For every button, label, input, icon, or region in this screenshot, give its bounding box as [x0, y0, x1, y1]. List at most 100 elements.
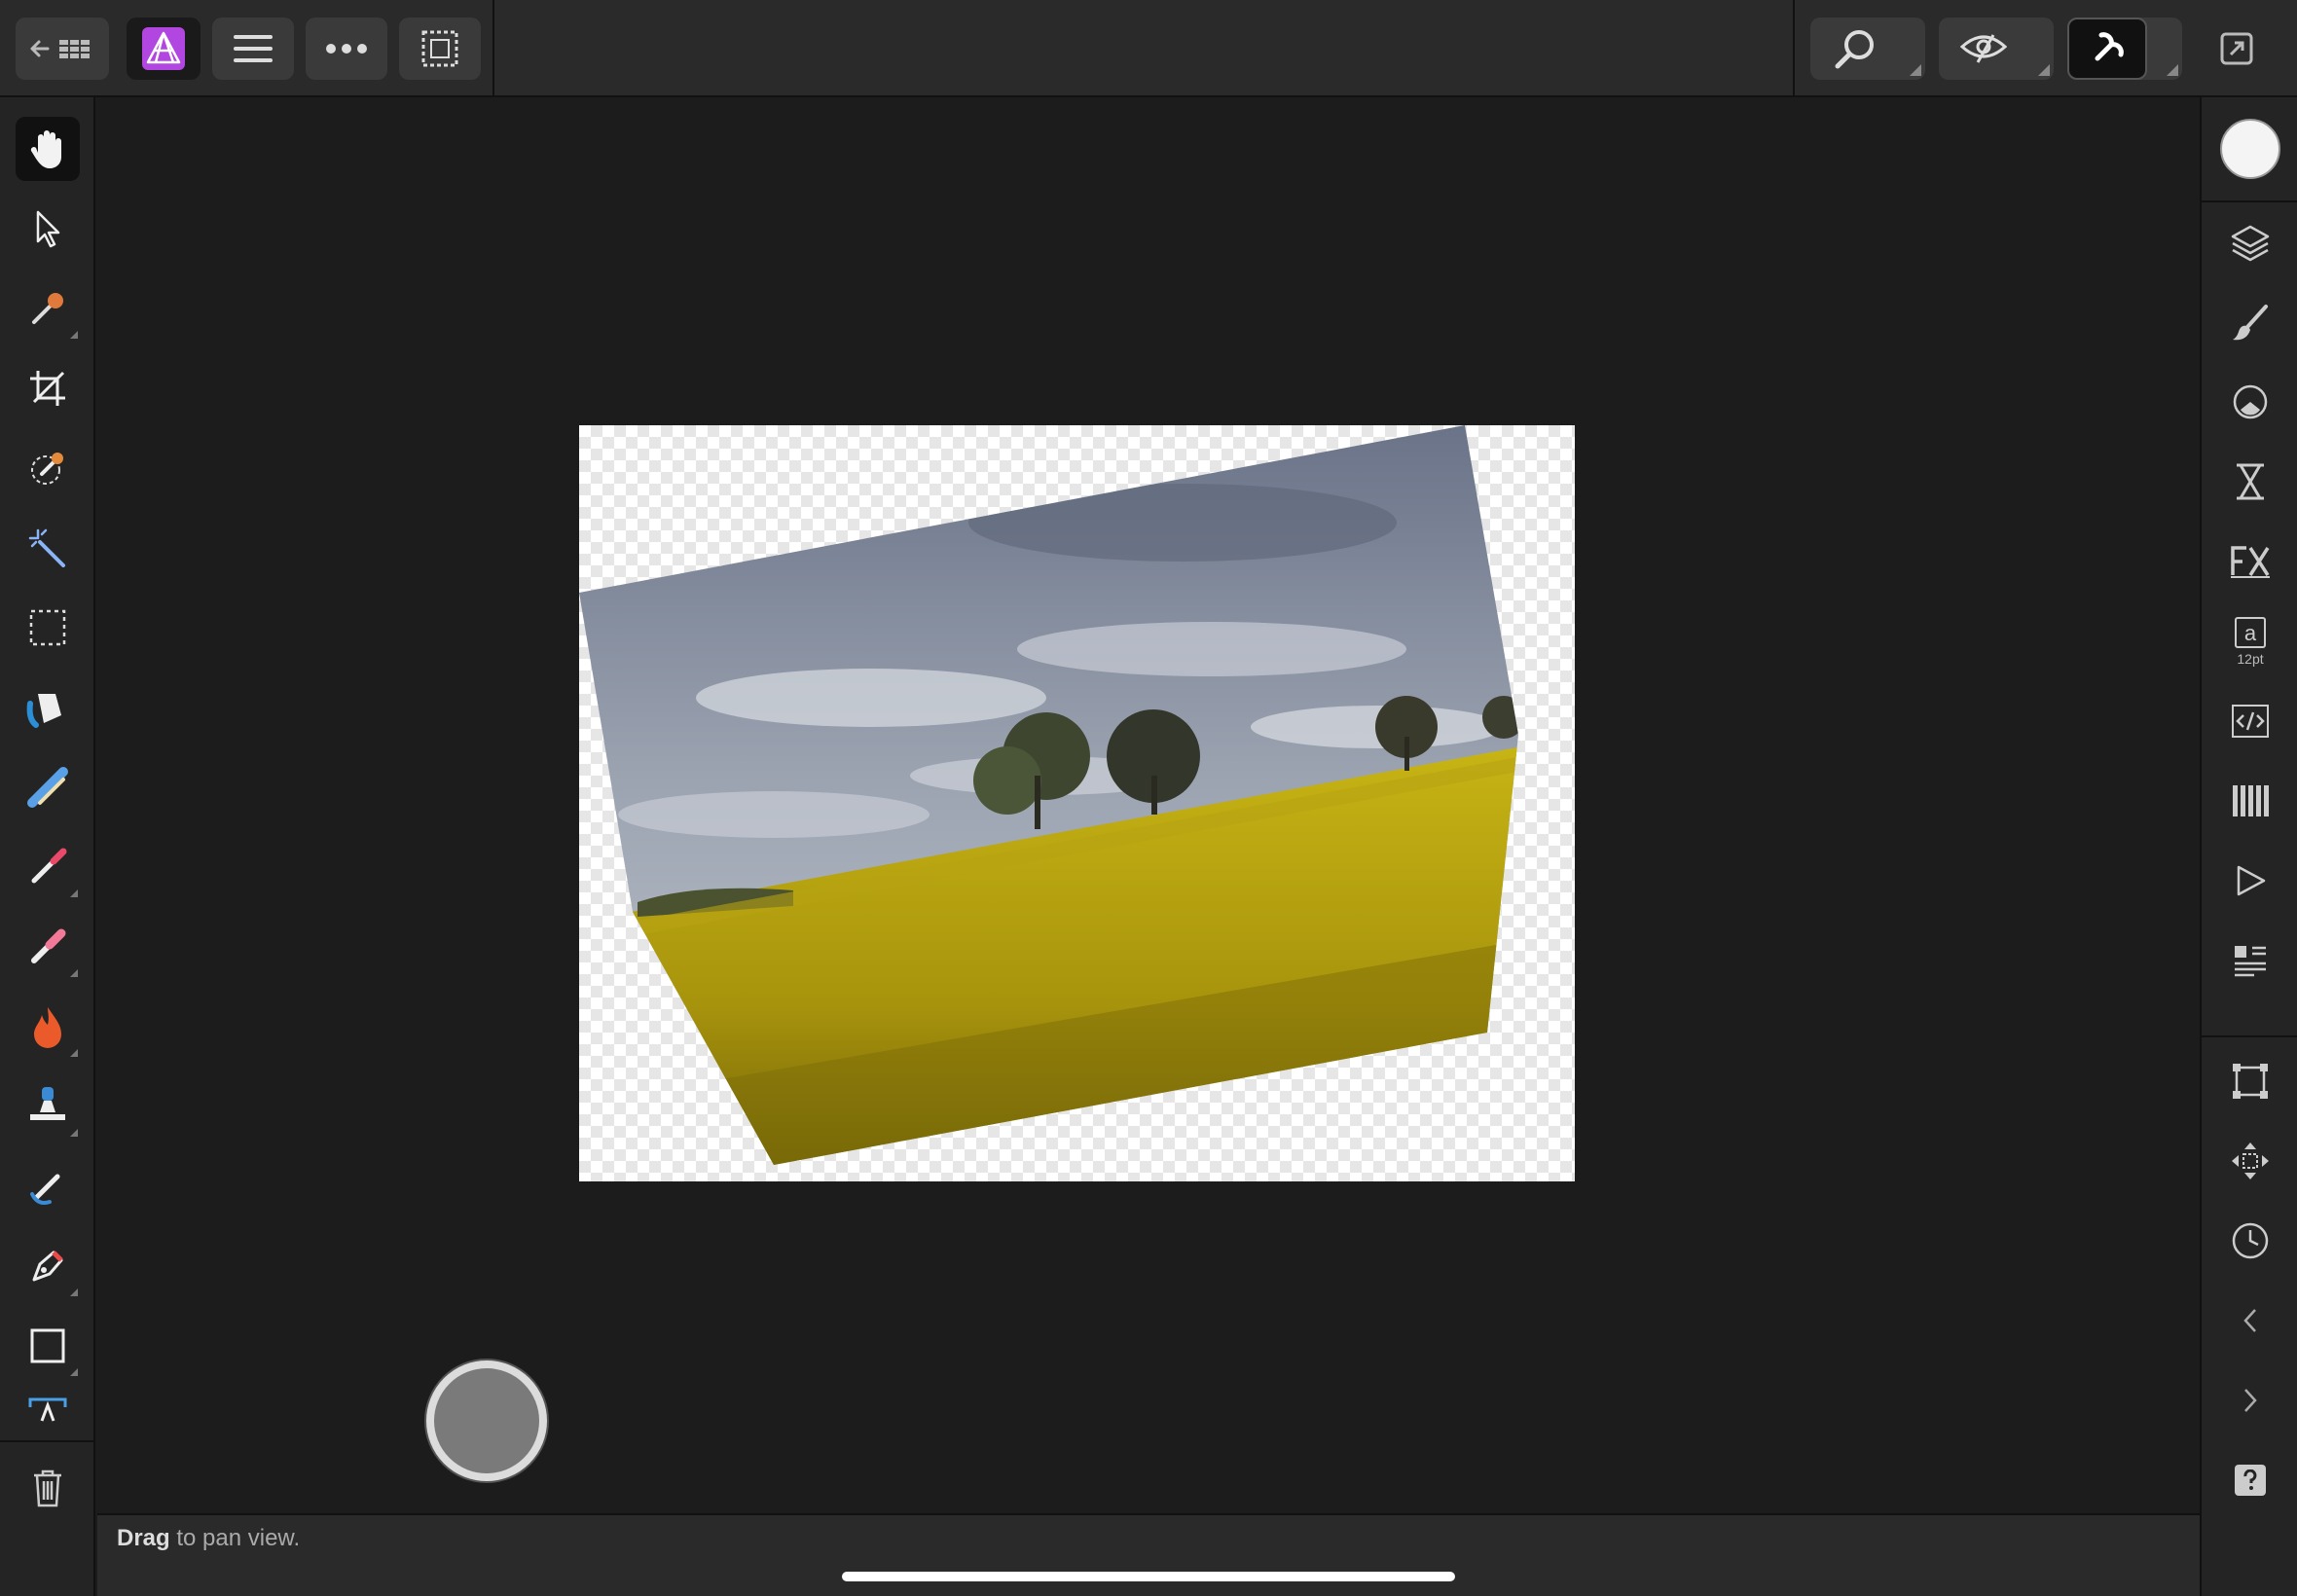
move-view-icon	[2232, 1143, 2269, 1179]
persona-button[interactable]	[127, 18, 201, 80]
transform-panel-button[interactable]	[2218, 1049, 2282, 1113]
smudge-tool[interactable]	[16, 1154, 80, 1218]
next-icon	[2244, 1389, 2257, 1412]
top-toolbar	[0, 0, 2297, 97]
move-view-button[interactable]	[2218, 1129, 2282, 1193]
fullscreen-button[interactable]	[2196, 18, 2278, 80]
delete-button[interactable]	[0, 1440, 95, 1534]
document-menu-button[interactable]	[212, 18, 294, 80]
text-styles-panel-button[interactable]: a 12pt	[2218, 609, 2282, 673]
snapping-icon	[2095, 32, 2124, 61]
fill-tool[interactable]	[16, 675, 80, 740]
text-size-label: 12pt	[2237, 651, 2264, 667]
clone-tool[interactable]	[16, 1074, 80, 1139]
previous-panel-button[interactable]	[2218, 1288, 2282, 1353]
help-icon	[2235, 1465, 2266, 1496]
snapping-options-corner[interactable]	[2167, 64, 2178, 76]
menu-icon	[234, 35, 273, 62]
rectangle-icon	[30, 1328, 65, 1363]
rectangle-tool[interactable]	[16, 1314, 80, 1378]
flood-select-tool[interactable]	[16, 516, 80, 580]
snapping-button[interactable]	[2067, 18, 2182, 80]
svg-text:a: a	[2244, 621, 2257, 645]
status-hint: Drag to pan view.	[117, 1525, 300, 1552]
channels-panel-button[interactable]	[2218, 769, 2282, 833]
view-icon	[1960, 34, 2007, 63]
affinity-photo-logo	[142, 27, 185, 70]
fx-icon	[2231, 546, 2270, 578]
channels-icon	[2233, 785, 2269, 816]
canvas-area[interactable]	[97, 97, 2200, 1513]
paint-brush-icon	[31, 848, 67, 884]
next-panel-button[interactable]	[2218, 1368, 2282, 1433]
code-icon	[2232, 705, 2269, 738]
crop-tool[interactable]	[16, 356, 80, 420]
adjustments-icon	[2233, 384, 2268, 419]
more-button[interactable]	[306, 18, 387, 80]
more-icon	[326, 44, 367, 54]
move-tool[interactable]	[16, 197, 80, 261]
navigator-icon	[2235, 946, 2266, 977]
help-button[interactable]	[2218, 1448, 2282, 1512]
selection-brush-tool[interactable]	[16, 436, 80, 500]
hand-tool[interactable]	[16, 117, 80, 181]
photo-layer[interactable]	[579, 425, 1575, 1181]
code-panel-button[interactable]	[2218, 689, 2282, 753]
color-picker-icon	[32, 293, 63, 324]
modifier-button[interactable]	[426, 1360, 547, 1481]
navigator-panel-button[interactable]	[2218, 928, 2282, 993]
tools-panel	[0, 97, 95, 1596]
context-status-bar: Drag to pan view.	[97, 1513, 2200, 1596]
selection-icon	[421, 30, 458, 67]
macro-panel-button[interactable]	[2218, 849, 2282, 913]
pen-tool[interactable]	[16, 1234, 80, 1298]
back-to-gallery-button[interactable]	[16, 18, 109, 80]
erase-brush-icon	[31, 928, 66, 963]
dodge-burn-tool[interactable]	[16, 995, 80, 1059]
view-options-corner[interactable]	[2038, 64, 2050, 76]
history-panel-button[interactable]	[2218, 450, 2282, 514]
marquee-tool[interactable]	[16, 596, 80, 660]
status-hint-action: Drag	[117, 1525, 170, 1551]
erase-brush-tool[interactable]	[16, 915, 80, 979]
top-toolbar-left	[0, 0, 494, 97]
color-panel-button[interactable]	[2218, 117, 2282, 181]
status-hint-text: to pan view.	[169, 1525, 301, 1551]
top-toolbar-right	[1793, 0, 2297, 97]
marquee-icon	[29, 609, 66, 646]
fx-panel-button[interactable]	[2218, 529, 2282, 594]
adjustments-panel-button[interactable]	[2218, 370, 2282, 434]
clone-icon	[30, 1087, 65, 1120]
color-picker-tool[interactable]	[16, 276, 80, 341]
hand-icon	[30, 130, 61, 168]
pen-icon	[32, 1251, 63, 1282]
flood-select-icon	[28, 528, 65, 567]
view-mode-button[interactable]	[1939, 18, 2054, 80]
play-icon	[2237, 865, 2266, 896]
gradient-tool[interactable]	[16, 755, 80, 819]
smudge-icon	[30, 1174, 60, 1205]
paint-brush-tool[interactable]	[16, 835, 80, 899]
selection-brush-icon	[31, 453, 63, 485]
selection-button[interactable]	[399, 18, 481, 80]
clock-icon	[2232, 1222, 2269, 1259]
text-style-icon: a	[2235, 617, 2266, 648]
layers-icon	[2231, 225, 2270, 262]
fullscreen-icon	[2220, 32, 2253, 65]
crop-icon	[30, 371, 65, 406]
back-grid-icon	[30, 40, 90, 58]
brushes-panel-button[interactable]	[2218, 290, 2282, 354]
zoom-icon	[1835, 30, 1874, 69]
gradient-icon	[27, 767, 68, 808]
text-tool[interactable]	[16, 1394, 80, 1433]
dodge-burn-icon	[34, 1007, 61, 1048]
move-icon	[36, 210, 60, 248]
snapshots-panel-button[interactable]	[2218, 1209, 2282, 1273]
studio-panel-bar: a 12pt	[2200, 97, 2297, 1596]
document-canvas[interactable]	[579, 425, 1575, 1181]
zoom-button[interactable]	[1810, 18, 1925, 80]
zoom-options-corner[interactable]	[1910, 64, 1921, 76]
home-indicator[interactable]	[842, 1572, 1455, 1581]
layers-panel-button[interactable]	[2218, 210, 2282, 274]
history-icon	[2237, 463, 2264, 500]
